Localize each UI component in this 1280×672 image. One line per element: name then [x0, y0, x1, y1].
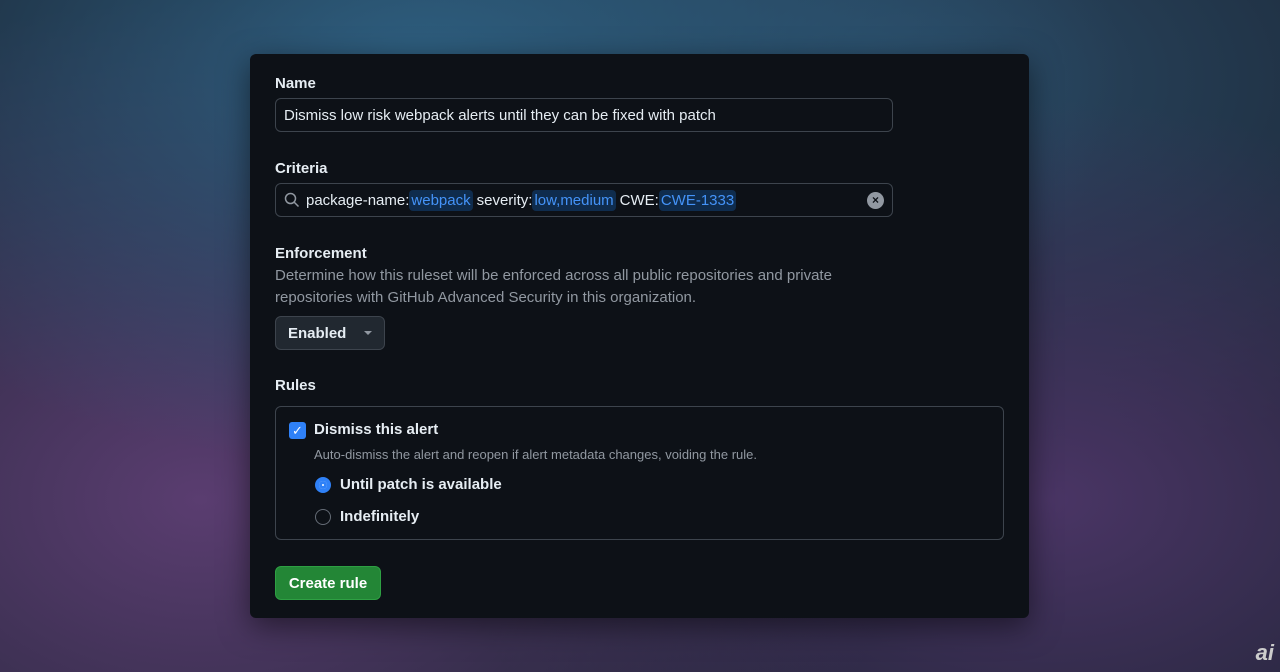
rule-form-panel: Name Dismiss low risk webpack alerts unt… [250, 54, 1029, 618]
radio-indefinitely-label: Indefinitely [340, 508, 420, 525]
radio-indefinitely[interactable] [315, 509, 331, 525]
clear-icon[interactable]: × [867, 192, 884, 209]
name-label: Name [275, 75, 316, 92]
enforcement-select[interactable]: Enabled [275, 316, 385, 350]
criteria-value: low,medium [532, 189, 616, 211]
enforcement-selected: Enabled [288, 324, 347, 342]
rules-box: ✓ Dismiss this alert Auto-dismiss the al… [275, 406, 1004, 540]
criteria-key: package-name: [306, 191, 410, 209]
radio-until-patch-label: Until patch is available [340, 476, 502, 493]
caret-down-icon [364, 331, 372, 339]
criteria-label: Criteria [275, 160, 328, 177]
enforcement-label: Enforcement [275, 245, 367, 262]
name-input[interactable]: Dismiss low risk webpack alerts until th… [275, 98, 893, 132]
search-icon [284, 192, 300, 208]
enforcement-description: Determine how this ruleset will be enfor… [275, 267, 832, 306]
rules-label: Rules [275, 377, 316, 394]
radio-until-patch[interactable] [315, 477, 331, 493]
create-rule-button[interactable]: Create rule [275, 566, 381, 600]
dismiss-description: Auto-dismiss the alert and reopen if ale… [314, 447, 757, 462]
criteria-key: CWE: [619, 191, 659, 209]
criteria-key: severity: [476, 191, 533, 209]
watermark-logo: ai [1255, 640, 1274, 665]
name-value: Dismiss low risk webpack alerts until th… [284, 106, 716, 124]
criteria-value: webpack [409, 189, 473, 211]
dismiss-checkbox-label: Dismiss this alert [314, 421, 439, 438]
dismiss-checkbox[interactable]: ✓ [289, 422, 306, 439]
criteria-search-input[interactable]: package-name: webpack severity: low,medium… [275, 183, 893, 217]
criteria-value: CWE-1333 [658, 189, 737, 211]
